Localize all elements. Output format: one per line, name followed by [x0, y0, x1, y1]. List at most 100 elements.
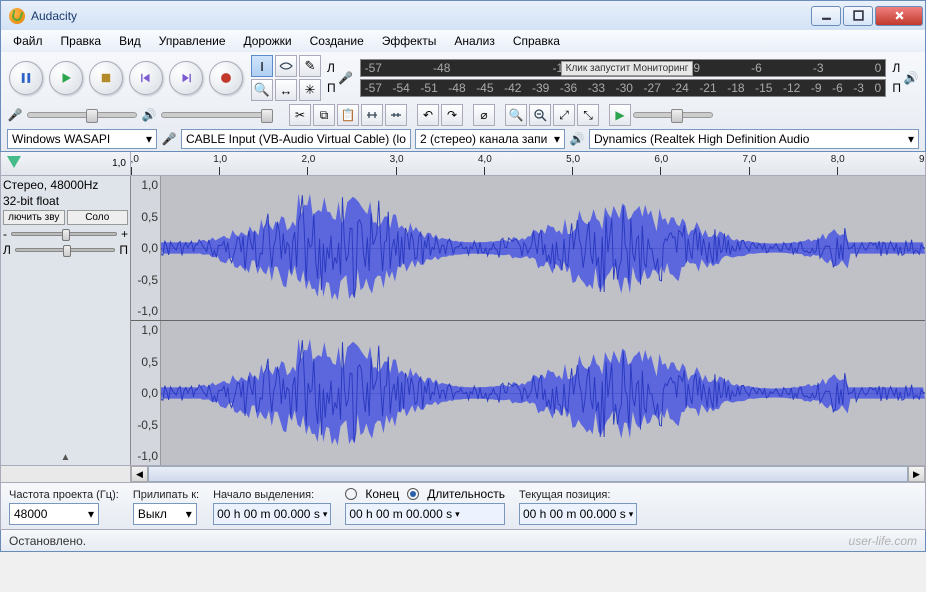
- selection-end-time[interactable]: 00 h 00 m 00.000 s▾: [345, 503, 505, 525]
- mute-button[interactable]: лючить зву: [3, 210, 65, 225]
- selection-start-label: Начало выделения:: [213, 489, 331, 501]
- timeshift-tool[interactable]: ↔: [275, 79, 297, 101]
- skip-end-button[interactable]: [169, 61, 203, 95]
- close-button[interactable]: [875, 6, 923, 26]
- menu-edit[interactable]: Правка: [53, 32, 110, 50]
- chevron-down-icon[interactable]: ▾: [629, 509, 634, 520]
- menu-help[interactable]: Справка: [505, 32, 568, 50]
- play-button[interactable]: [49, 61, 83, 95]
- tools-toolbar: I ✎ 🔍 ↔ ✳: [251, 55, 321, 101]
- recording-device-combo[interactable]: CABLE Input (VB-Audio Virtual Cable) (lo…: [181, 129, 411, 149]
- fit-selection-button[interactable]: ⤢: [553, 104, 575, 126]
- menu-file[interactable]: Файл: [5, 32, 51, 50]
- app-icon: [9, 8, 25, 24]
- zoom-tool[interactable]: 🔍: [251, 79, 273, 101]
- chevron-down-icon: ▾: [550, 132, 560, 146]
- rec-meter-l-label: Л: [327, 61, 336, 75]
- trim-button[interactable]: [361, 104, 383, 126]
- playback-volume-slider[interactable]: [161, 112, 271, 118]
- draw-tool[interactable]: ✎: [299, 55, 321, 77]
- playback-device-combo[interactable]: Dynamics (Realtek High Definition Audio▾: [589, 129, 919, 149]
- rec-meter-r-label: П: [327, 81, 336, 95]
- playback-meter[interactable]: -57-54-51-48-45-42-39-36-33-30-27-24-21-…: [360, 79, 887, 97]
- envelope-tool[interactable]: [275, 55, 297, 77]
- pan-slider[interactable]: [15, 248, 116, 252]
- track-area: Стерео, 48000Hz 32-bit float лючить зву …: [0, 176, 926, 466]
- project-rate-label: Частота проекта (Гц):: [9, 489, 119, 501]
- cut-button[interactable]: ✂: [289, 104, 311, 126]
- track-control-panel[interactable]: Стерео, 48000Hz 32-bit float лючить зву …: [1, 176, 131, 465]
- skip-start-button[interactable]: [129, 61, 163, 95]
- chevron-down-icon: ▾: [88, 507, 94, 521]
- scroll-left-button[interactable]: ◀: [131, 466, 148, 482]
- track-format-label: Стерео, 48000Hz: [3, 178, 128, 192]
- selection-length-radio[interactable]: [407, 488, 419, 500]
- horizontal-scrollbar[interactable]: ◀ ▶: [0, 466, 926, 483]
- gain-slider[interactable]: [11, 232, 117, 236]
- record-button[interactable]: [209, 61, 243, 95]
- selection-end-radio[interactable]: [345, 488, 357, 500]
- stop-button[interactable]: [89, 61, 123, 95]
- menu-analyze[interactable]: Анализ: [446, 32, 503, 50]
- monitoring-hint[interactable]: Клик запустит Мониторинг: [561, 61, 694, 76]
- copy-button[interactable]: ⧉: [313, 104, 335, 126]
- mic-icon: 🎤: [338, 70, 354, 86]
- minimize-button[interactable]: [811, 6, 841, 26]
- waveform-channel-right[interactable]: 1,00,50,0-0,5-1,0: [131, 321, 925, 465]
- play-meter-l-label: Л: [892, 61, 901, 75]
- menu-tracks[interactable]: Дорожки: [236, 32, 300, 50]
- speaker-meter-icon: 🔊: [903, 70, 919, 86]
- edit-toolbar: ✂ ⧉ 📋 ↶ ↷ ⌀ 🔍 ⤢ ⤡ ▶: [289, 104, 713, 126]
- chevron-down-icon: ▾: [406, 132, 411, 146]
- maximize-button[interactable]: [843, 6, 873, 26]
- rec-volume-group: 🎤 🔊: [7, 107, 271, 123]
- timeline-ruler[interactable]: 1,0 0,01,02,03,04,05,06,07,08,09,0: [0, 152, 926, 176]
- transport-toolbar: [7, 59, 245, 97]
- selection-length-label: Длительность: [427, 487, 505, 501]
- play-speed-slider[interactable]: [633, 112, 713, 118]
- pause-button[interactable]: [9, 61, 43, 95]
- snap-to-label: Прилипать к:: [133, 489, 199, 501]
- zoom-out-button[interactable]: [529, 104, 551, 126]
- speaker-icon: 🔊: [141, 107, 157, 123]
- project-rate-combo[interactable]: 48000▾: [9, 503, 99, 525]
- sync-lock-button[interactable]: ⌀: [473, 104, 495, 126]
- toolbar-area: I ✎ 🔍 ↔ ✳ Л П 🎤 -57-48-18-12-9-6-30 Клик…: [0, 52, 926, 152]
- silence-button[interactable]: [385, 104, 407, 126]
- watermark: user-life.com: [849, 534, 917, 548]
- recording-volume-slider[interactable]: [27, 112, 137, 118]
- undo-button[interactable]: ↶: [417, 104, 439, 126]
- solo-button[interactable]: Соло: [67, 210, 129, 225]
- fit-project-button[interactable]: ⤡: [577, 104, 599, 126]
- snap-to-combo[interactable]: Выкл▾: [133, 503, 197, 525]
- multi-tool[interactable]: ✳: [299, 79, 321, 101]
- audio-host-combo[interactable]: Windows WASAPI▾: [7, 129, 157, 149]
- scroll-right-button[interactable]: ▶: [908, 466, 925, 482]
- waveform-channel-left[interactable]: 1,00,50,0-0,5-1,0: [131, 176, 925, 321]
- menu-effects[interactable]: Эффекты: [374, 32, 445, 50]
- status-text: Остановлено.: [9, 534, 86, 548]
- title-bar: Audacity: [0, 0, 926, 30]
- scrub-indicator-icon[interactable]: [7, 156, 21, 168]
- menu-view[interactable]: Вид: [111, 32, 149, 50]
- menu-generate[interactable]: Создание: [302, 32, 372, 50]
- chevron-down-icon[interactable]: ▾: [455, 509, 460, 520]
- chevron-down-icon[interactable]: ▾: [323, 509, 328, 520]
- mic-icon: 🎤: [7, 107, 23, 123]
- selection-start-time[interactable]: 00 h 00 m 00.000 s▾: [213, 503, 331, 525]
- zoom-in-button[interactable]: 🔍: [505, 104, 527, 126]
- audio-position-time[interactable]: 00 h 00 m 00.000 s▾: [519, 503, 637, 525]
- recording-channels-combo[interactable]: 2 (стерео) канала запи▾: [415, 129, 565, 149]
- window-title: Audacity: [31, 9, 811, 23]
- selection-tool[interactable]: I: [251, 55, 273, 77]
- chevron-down-icon: ▾: [904, 132, 914, 146]
- chevron-down-icon: ▾: [142, 132, 152, 146]
- paste-button[interactable]: 📋: [337, 104, 359, 126]
- menu-transport[interactable]: Управление: [151, 32, 234, 50]
- menu-bar: Файл Правка Вид Управление Дорожки Созда…: [0, 30, 926, 52]
- play-meter-r-label: П: [892, 81, 901, 95]
- redo-button[interactable]: ↷: [441, 104, 463, 126]
- collapse-track-button[interactable]: ▲: [3, 452, 128, 463]
- recording-meter[interactable]: -57-48-18-12-9-6-30 Клик запустит Монито…: [360, 59, 887, 77]
- play-at-speed-button[interactable]: ▶: [609, 104, 631, 126]
